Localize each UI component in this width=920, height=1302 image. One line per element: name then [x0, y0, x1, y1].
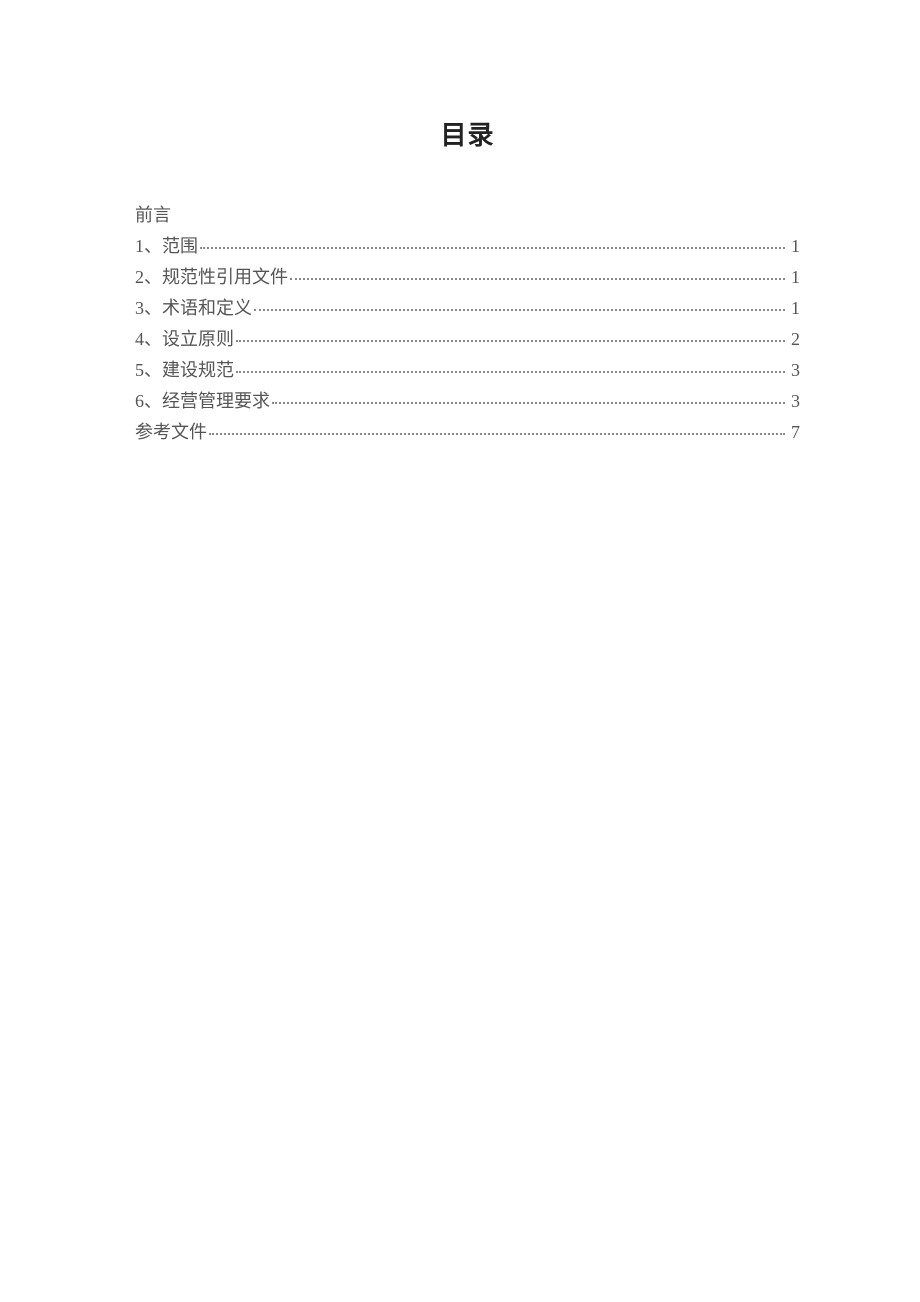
toc-leader	[209, 433, 785, 435]
toc-entry-label: 2、规范性引用文件	[135, 264, 288, 291]
toc-preface: 前言	[135, 200, 800, 231]
toc-leader	[290, 278, 785, 280]
toc-entry-page: 2	[789, 326, 800, 353]
toc-entry-label: 3、术语和定义	[135, 295, 252, 322]
toc-entry-label: 6、经营管理要求	[135, 388, 270, 415]
toc-entry: 5、建设规范 3	[135, 355, 800, 386]
toc-leader	[236, 340, 785, 342]
toc-entry-page: 1	[789, 264, 800, 291]
toc-entry-label: 参考文件	[135, 419, 207, 446]
toc-entry: 4、设立原则 2	[135, 324, 800, 355]
toc-entry-page: 7	[789, 419, 800, 446]
toc-entry: 参考文件 7	[135, 417, 800, 448]
toc-entry: 3、术语和定义 1	[135, 293, 800, 324]
page-title: 目录	[135, 115, 800, 152]
toc-entry-page: 3	[789, 388, 800, 415]
toc-leader	[200, 247, 785, 249]
document-page: 目录 前言 1、范围 1 2、规范性引用文件 1 3、术语和定义 1 4、设立原…	[0, 0, 920, 448]
toc-entry-page: 1	[789, 295, 800, 322]
toc-entry: 1、范围 1	[135, 231, 800, 262]
toc-entry: 6、经营管理要求 3	[135, 386, 800, 417]
toc-leader	[272, 402, 785, 404]
toc-entry-label: 4、设立原则	[135, 326, 234, 353]
toc-entry: 2、规范性引用文件 1	[135, 262, 800, 293]
toc-entry-label: 5、建设规范	[135, 357, 234, 384]
table-of-contents: 前言 1、范围 1 2、规范性引用文件 1 3、术语和定义 1 4、设立原则 2…	[135, 200, 800, 448]
toc-leader	[254, 309, 785, 311]
toc-entry-label: 1、范围	[135, 233, 198, 260]
toc-entry-page: 1	[789, 233, 800, 260]
toc-entry-page: 3	[789, 357, 800, 384]
toc-leader	[236, 371, 785, 373]
